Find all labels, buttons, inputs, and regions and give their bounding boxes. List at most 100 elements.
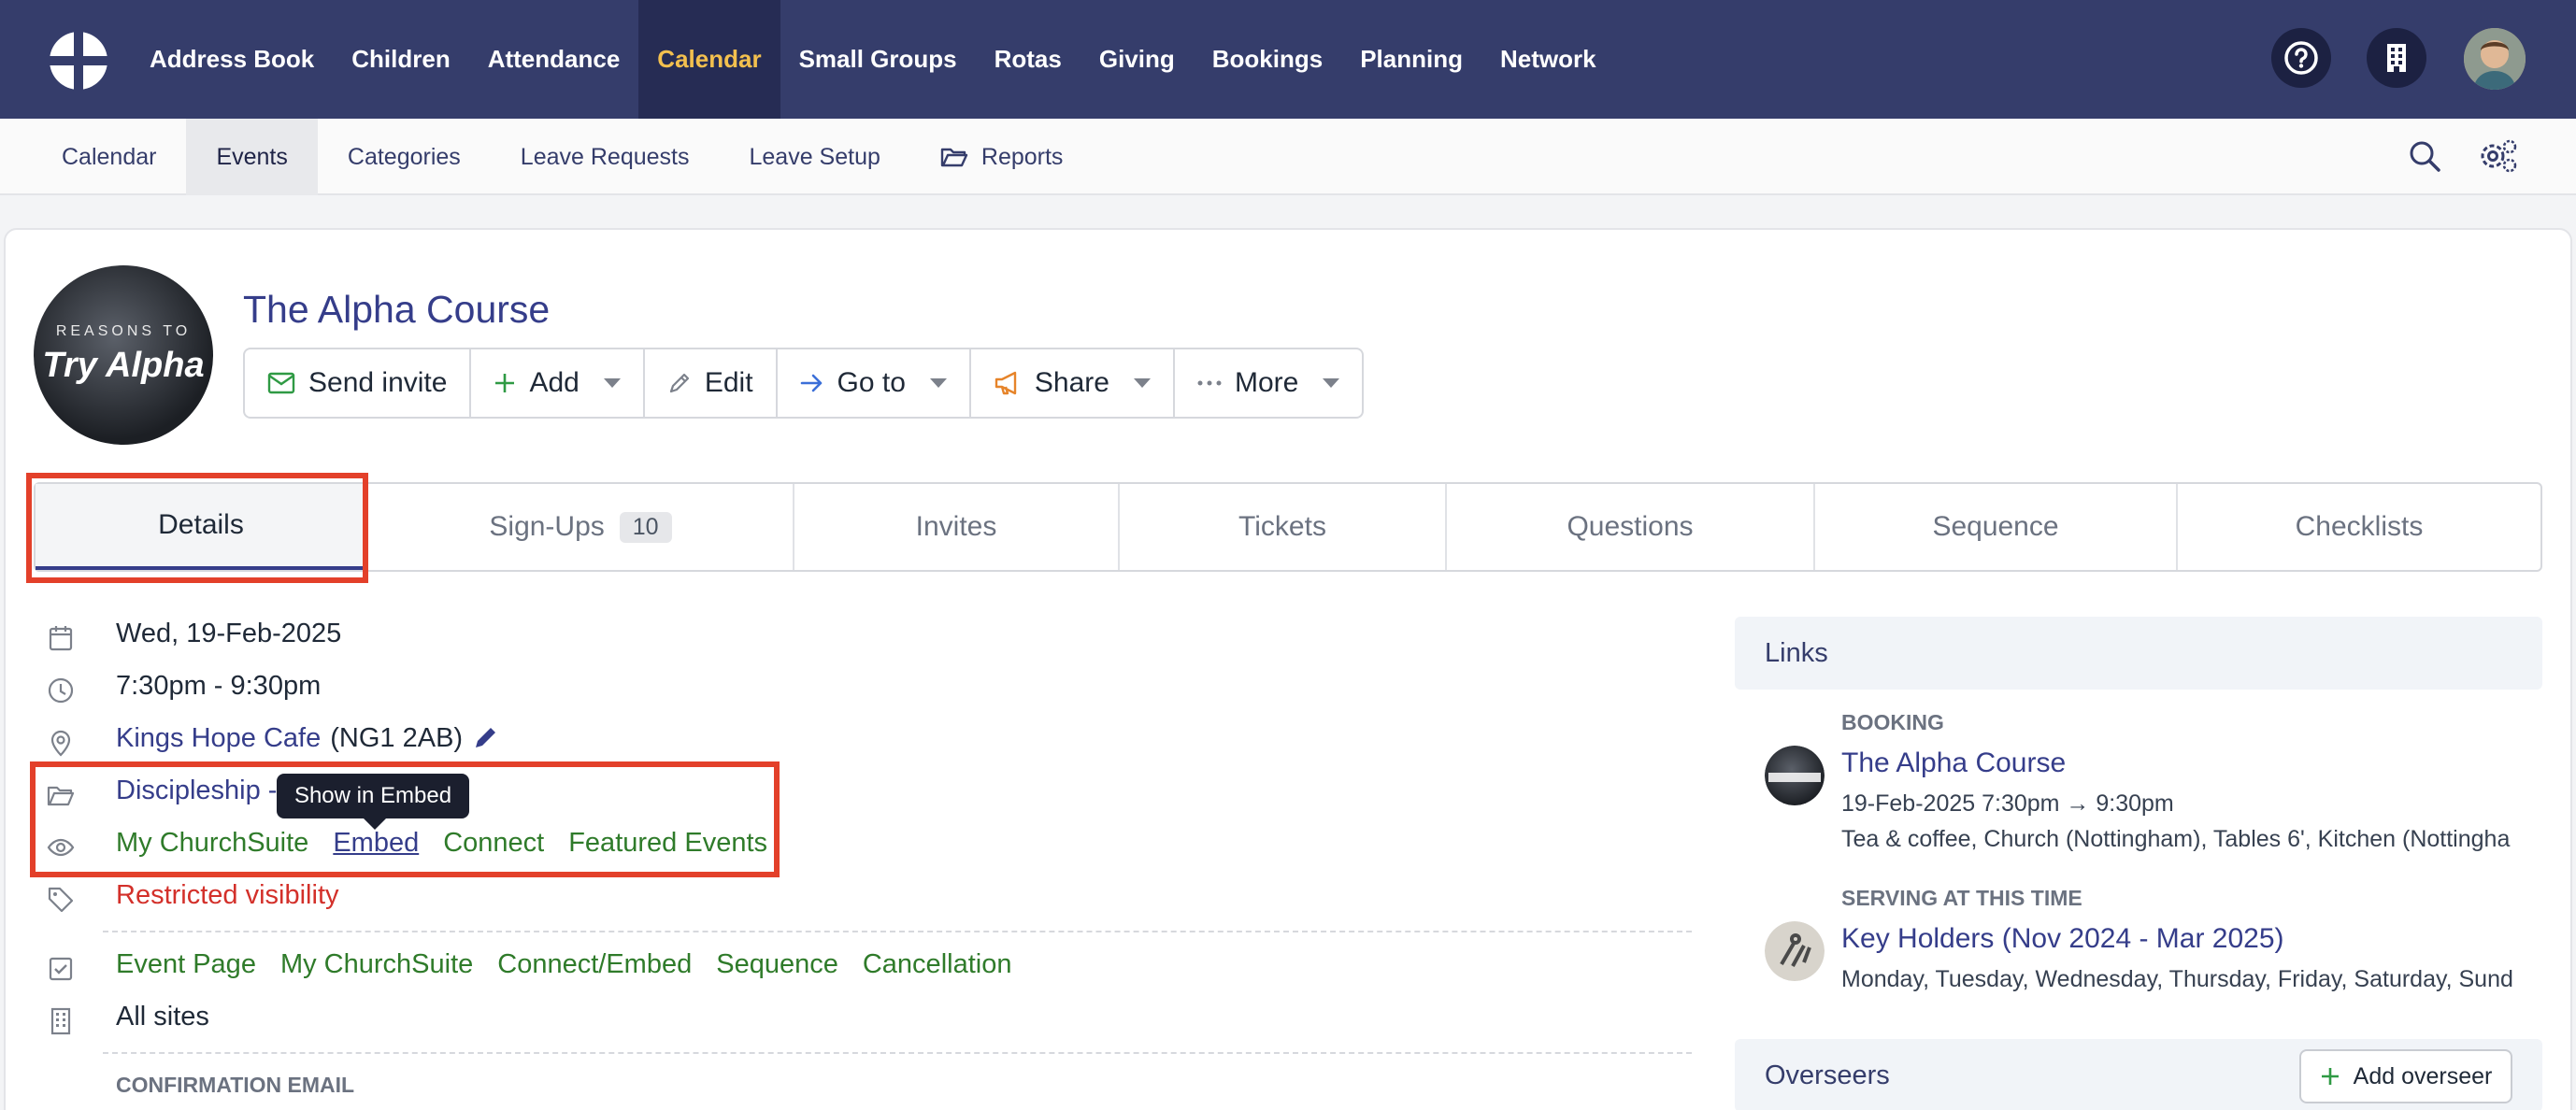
megaphone-icon (995, 371, 1017, 395)
send-invite-button[interactable]: Send invite (245, 349, 472, 417)
subnav-calendar[interactable]: Calendar (0, 119, 186, 195)
settings-cogs-icon[interactable] (2479, 137, 2518, 175)
booking-title-link[interactable]: The Alpha Course (1841, 747, 2066, 779)
edit-pencil-icon[interactable] (472, 723, 500, 751)
folder-open-icon (940, 148, 968, 167)
event-title: The Alpha Course (243, 288, 551, 331)
user-avatar[interactable] (2464, 28, 2526, 90)
chevron-down-icon (1323, 378, 1340, 388)
location-link[interactable]: Kings Hope Cafe (116, 723, 321, 754)
help-button[interactable] (2271, 28, 2331, 88)
event-image-text-line2: Try Alpha (42, 346, 205, 385)
confirmation-email-label: CONFIRMATION EMAIL (116, 1073, 355, 1097)
search-icon[interactable] (2408, 139, 2441, 173)
embed-tooltip: Show in Embed (277, 774, 469, 830)
feature-cancellation: Cancellation (862, 949, 1012, 979)
add-label: Add (529, 367, 580, 398)
subnav-events[interactable]: Events (186, 119, 318, 195)
location-text: Kings Hope Cafe (NG1 2AB) (116, 723, 500, 754)
add-overseer-button[interactable]: Add overseer (2299, 1049, 2512, 1103)
nav-rotas[interactable]: Rotas (976, 0, 1080, 119)
event-tabs: Details Sign-Ups 10 Invites Tickets Ques… (34, 482, 2542, 572)
profile-photo-icon (2464, 28, 2526, 90)
clock-icon (48, 677, 74, 704)
subnav-leave-requests[interactable]: Leave Requests (491, 119, 720, 195)
signups-count-badge: 10 (619, 511, 672, 543)
event-date: Wed, 19-Feb-2025 (116, 619, 342, 648)
tag-icon (48, 887, 74, 913)
serving-days: Monday, Tuesday, Wednesday, Thursday, Fr… (1841, 966, 2512, 992)
divider (103, 931, 1692, 932)
location-postcode: (NG1 2AB) (330, 723, 464, 753)
tab-signups[interactable]: Sign-Ups 10 (368, 484, 794, 570)
sites-button[interactable] (2367, 28, 2426, 88)
go-to-label: Go to (837, 367, 906, 398)
feature-event-page: Event Page (116, 949, 256, 979)
nav-network[interactable]: Network (1481, 0, 1615, 119)
subnav-categories[interactable]: Categories (318, 119, 491, 195)
edit-button[interactable]: Edit (645, 349, 778, 417)
booking-time: 19-Feb-2025 7:30pm → 9:30pm (1841, 790, 2174, 817)
nav-giving[interactable]: Giving (1080, 0, 1194, 119)
features-list: Event Page My ChurchSuite Connect/Embed … (116, 949, 1036, 980)
churchsuite-logo-icon[interactable] (47, 29, 110, 92)
ellipsis-icon (1197, 380, 1222, 386)
nav-calendar[interactable]: Calendar (638, 0, 780, 119)
map-pin-icon (50, 730, 71, 757)
tab-questions[interactable]: Questions (1447, 484, 1815, 570)
add-button[interactable]: Add (471, 349, 645, 417)
nav-address-book[interactable]: Address Book (131, 0, 333, 119)
booking-rooms: Tea & coffee, Church (Nottingham), Table… (1841, 826, 2511, 852)
building-icon (50, 1007, 71, 1035)
more-button[interactable]: More (1175, 349, 1362, 417)
more-label: More (1234, 367, 1299, 398)
nav-small-groups[interactable]: Small Groups (780, 0, 976, 119)
subnav-reports[interactable]: Reports (910, 119, 1094, 195)
nav-attendance[interactable]: Attendance (469, 0, 639, 119)
highlight-details-tab (26, 473, 368, 583)
plus-icon (495, 374, 515, 392)
tab-checklists[interactable]: Checklists (2178, 484, 2540, 570)
add-overseer-label: Add overseer (2353, 1062, 2493, 1089)
top-navigation: Address Book Children Attendance Calenda… (0, 0, 2576, 119)
edit-label: Edit (704, 367, 753, 398)
share-button[interactable]: Share (971, 349, 1175, 417)
share-label: Share (1034, 367, 1109, 398)
chevron-down-icon (603, 378, 621, 388)
plus-icon (2321, 1068, 2339, 1085)
calendar-icon (49, 626, 73, 651)
feature-sequence: Sequence (716, 949, 838, 979)
event-image: REASONS TO Try Alpha (34, 265, 213, 445)
sub-navigation: Calendar Events Categories Leave Request… (0, 119, 2576, 195)
tab-signups-label: Sign-Ups (489, 511, 605, 542)
send-invite-label: Send invite (308, 367, 448, 398)
nav-children[interactable]: Children (333, 0, 468, 119)
building-icon (2387, 44, 2406, 72)
links-panel-header: Links (1735, 617, 2542, 690)
tab-invites[interactable]: Invites (794, 484, 1120, 570)
tab-sequence[interactable]: Sequence (1815, 484, 2178, 570)
serving-label: SERVING AT THIS TIME (1841, 886, 2082, 910)
booking-label: BOOKING (1841, 710, 1944, 734)
tab-tickets[interactable]: Tickets (1120, 484, 1447, 570)
help-icon (2284, 41, 2318, 75)
arrow-right-icon (800, 374, 822, 392)
envelope-icon (267, 372, 295, 394)
main-menu: Address Book Children Attendance Calenda… (131, 0, 1615, 119)
divider (103, 1052, 1692, 1054)
nav-bookings[interactable]: Bookings (1194, 0, 1341, 119)
go-to-button[interactable]: Go to (778, 349, 971, 417)
pencil-icon (669, 373, 689, 393)
sites-value: All sites (116, 1002, 209, 1032)
alpha-course-thumbnail (1765, 746, 1825, 805)
keys-thumbnail (1765, 921, 1825, 981)
event-action-toolbar: Send invite Add Edit Go to Share More (243, 348, 1365, 419)
nav-planning[interactable]: Planning (1341, 0, 1481, 119)
event-time: 7:30pm - 9:30pm (116, 671, 322, 701)
subnav-leave-setup[interactable]: Leave Setup (719, 119, 909, 195)
serving-title-link[interactable]: Key Holders (Nov 2024 - Mar 2025) (1841, 923, 2284, 955)
subnav-reports-label: Reports (980, 143, 1064, 170)
links-heading: Links (1765, 637, 1828, 668)
chevron-down-icon (929, 378, 947, 388)
chevron-down-icon (1133, 378, 1151, 388)
